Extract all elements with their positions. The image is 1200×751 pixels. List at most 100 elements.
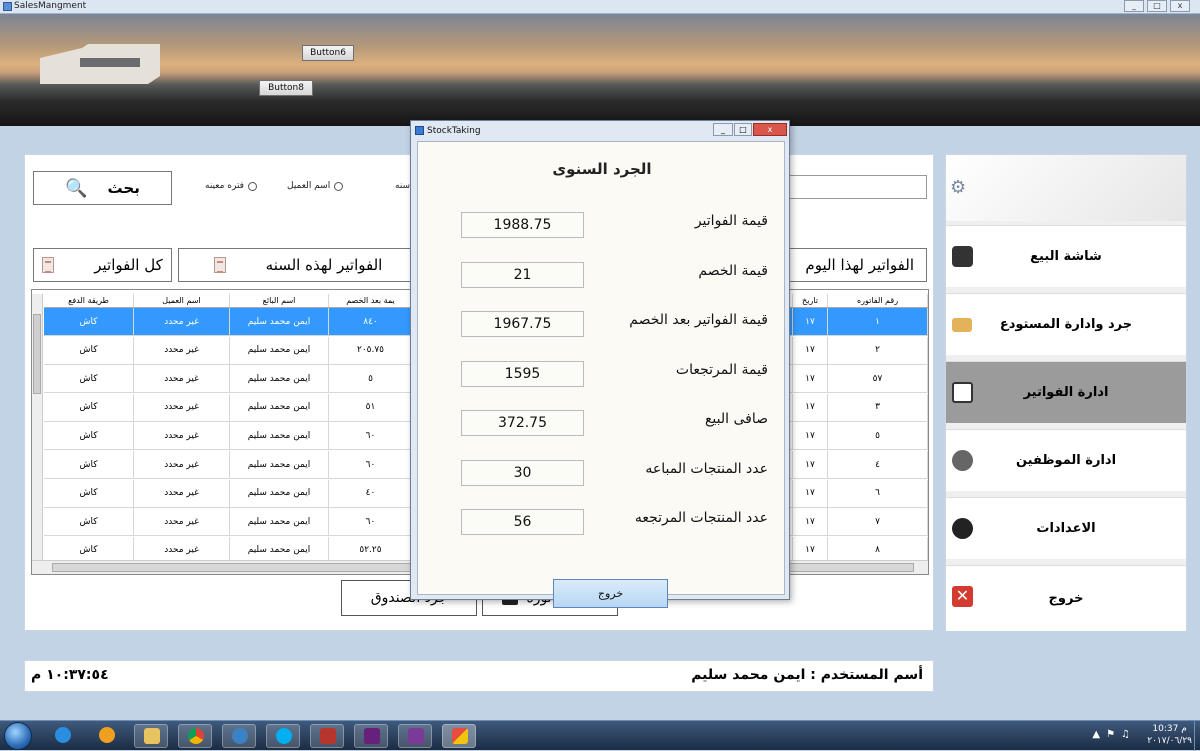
cell-invoice-number: ٢ [828, 336, 928, 365]
header-banner-image: Button6 Button8 [0, 14, 1200, 126]
start-button[interactable] [4, 722, 32, 750]
taskbar-salesmanagment[interactable] [442, 724, 476, 748]
sidebar-item-warehouse[interactable]: جرد وادارة المستودع [946, 293, 1186, 355]
col-header-date[interactable]: تاريخ [793, 294, 828, 307]
exit-icon: ✕ [952, 586, 973, 607]
radio-customer-label: اسم العميل [287, 181, 331, 191]
taskbar-onenote[interactable] [398, 724, 432, 748]
cell-payment: كاش [44, 365, 134, 394]
invoice-doc-icon [42, 257, 55, 273]
today-invoices-label: الفواتير لهذا اليوم [805, 256, 914, 274]
cell-date: ١٧ [793, 308, 828, 336]
user-label: أسم المستخدم : [810, 667, 923, 683]
taskbar-chrome[interactable] [178, 724, 212, 748]
today-invoices-button[interactable]: الفواتير لهذا اليوم [785, 248, 927, 282]
radio-period-dot[interactable] [247, 181, 257, 191]
sidebar-item-exit[interactable]: ✕ خروج [946, 565, 1186, 631]
cell-date: ١٧ [793, 336, 828, 365]
dialog-value-field[interactable]: 1967.75 [461, 311, 584, 337]
current-user: أسم المستخدم : ايمن محمد سليم [691, 667, 923, 683]
dialog-exit-button[interactable]: خروج [553, 579, 668, 608]
cell-net-amount: ٥ [329, 365, 413, 394]
sidebar-item-label: ادارة الموظفين [1015, 453, 1117, 468]
cell-invoice-number: ٦ [828, 479, 928, 508]
radio-year[interactable]: سنه [395, 181, 410, 191]
radio-customer[interactable]: اسم العميل [287, 181, 344, 191]
taskbar-clock[interactable]: 10:37 م ٢٠١٧/٠٦/٢٩ [1147, 723, 1192, 747]
taskbar-date: ٢٠١٧/٠٦/٢٩ [1147, 736, 1192, 746]
search-icon: 🔍 [65, 177, 88, 199]
col-header-invoice-number[interactable]: رقم الفاتوره [828, 294, 928, 307]
col-header-customer[interactable]: اسم العميل [134, 294, 230, 307]
grid-vertical-scrollbar[interactable] [32, 294, 43, 560]
cell-seller: ايمن محمد سليم [230, 365, 329, 394]
taskbar-skype[interactable] [266, 724, 300, 748]
dialog-value-field[interactable]: 1595 [461, 360, 584, 387]
taskbar-app[interactable] [222, 724, 256, 748]
cell-customer: غير محدد [134, 479, 230, 508]
dialog-minimize-button[interactable]: _ [713, 123, 733, 136]
dialog-body: الجرد السنوى 1988.75 قيمة الفواتير 21 قيمة … [417, 141, 785, 608]
stocktaking-dialog: StockTaking _ □ x الجرد السنوى 1988.75 قي… [410, 120, 790, 608]
cell-customer: غير محدد [134, 422, 230, 451]
dialog-value-field[interactable]: 21 [461, 261, 584, 288]
dialog-value-field[interactable]: 56 [461, 509, 584, 535]
folder-icon [144, 728, 160, 744]
dialog-maximize-button[interactable]: □ [734, 123, 752, 136]
invoice-icon [952, 382, 973, 403]
col-header-net-amount[interactable]: يمة بعد الخصم [329, 294, 413, 307]
window-title: SalesMangment [14, 1, 87, 11]
cell-invoice-number: ٥٧ [828, 365, 928, 394]
minimize-button[interactable]: _ [1124, 0, 1144, 12]
cell-net-amount: ٥١ [329, 393, 413, 422]
clock: ١٠:٣٧:٥٤ م [31, 667, 109, 683]
search-button[interactable]: 🔍 بحث [33, 171, 172, 205]
banner-window-strip [80, 58, 140, 67]
taskbar-ie[interactable] [46, 724, 80, 748]
taskbar-player[interactable] [90, 724, 124, 748]
media-player-icon [99, 727, 115, 743]
app-globe-icon [232, 728, 248, 744]
dialog-title: StockTaking [427, 126, 481, 136]
sidebar-item-settings[interactable]: الاعدادات [946, 497, 1186, 559]
cell-net-amount: ٢٠٥.٧٥ [329, 336, 413, 365]
button8[interactable]: Button8 [259, 80, 313, 96]
dialog-field-label: قيمة الفواتير بعد الخصم [629, 312, 768, 328]
radio-customer-dot[interactable] [334, 181, 344, 191]
taskbar-visual-studio[interactable] [354, 724, 388, 748]
cell-net-amount: ٦٠ [329, 422, 413, 451]
col-header-seller[interactable]: اسم البائع [230, 294, 329, 307]
show-desktop-button[interactable] [1194, 721, 1200, 751]
taskbar-access[interactable] [310, 724, 344, 748]
dialog-value-field[interactable]: 30 [461, 459, 584, 486]
vertical-scroll-thumb[interactable] [33, 314, 41, 394]
search-input[interactable] [785, 175, 927, 199]
taskbar-explorer[interactable] [134, 724, 168, 748]
gear-icon[interactable]: ⚙ [950, 177, 966, 198]
sidebar-item-label: الاعدادات [1036, 521, 1096, 536]
salesmanagment-icon [452, 728, 468, 744]
sidebar-item-label: ادارة الفواتير [1023, 385, 1109, 400]
system-tray-icons[interactable]: ▲⚑♫ [1092, 729, 1136, 740]
wrench-icon [952, 518, 973, 539]
ie-icon [55, 727, 71, 743]
cell-payment: كاش [44, 336, 134, 365]
radio-period[interactable]: فتره معينه [205, 181, 257, 191]
dialog-value-field[interactable]: 1988.75 [461, 212, 584, 238]
cell-date: ١٧ [793, 508, 828, 537]
button6[interactable]: Button6 [302, 45, 354, 61]
cell-net-amount: ٤٠ [329, 479, 413, 508]
cell-date: ١٧ [793, 365, 828, 394]
sidebar-item-invoices[interactable]: ادارة الفواتير [946, 361, 1186, 423]
year-invoices-button[interactable]: الفواتير لهذه السنه [178, 248, 418, 282]
cell-customer: غير محدد [134, 451, 230, 479]
dialog-value-field[interactable]: 372.75 [461, 410, 584, 436]
all-invoices-button[interactable]: كل الفواتير [33, 248, 172, 282]
dialog-close-button[interactable]: x [753, 123, 787, 136]
sidebar-item-employees[interactable]: ادارة الموظفين [946, 429, 1186, 491]
sidebar-item-sales-screen[interactable]: شاشة البيع [946, 225, 1186, 287]
cell-payment: كاش [44, 393, 134, 422]
col-header-payment[interactable]: طريقة الدفع [44, 294, 134, 307]
close-window-button[interactable]: x [1170, 0, 1190, 12]
maximize-button[interactable]: □ [1147, 0, 1167, 12]
